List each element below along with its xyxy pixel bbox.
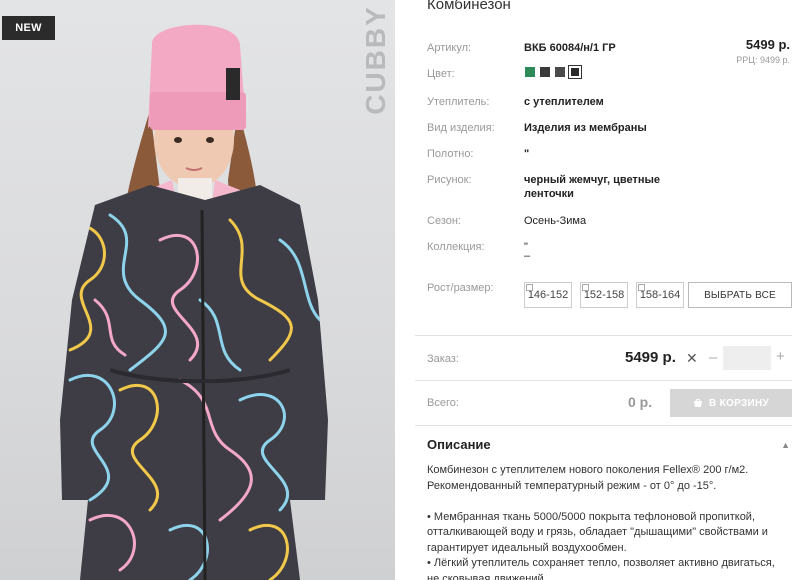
cart-button-label: В КОРЗИНУ: [708, 397, 769, 409]
attr-label: Полотно:: [427, 148, 474, 160]
size-option[interactable]: 152-158: [580, 282, 628, 308]
color-swatch-black-selected[interactable]: [568, 65, 582, 79]
cart-icon: [693, 398, 702, 407]
brand-watermark: CUBBY: [359, 5, 391, 115]
decrement-button[interactable]: –: [709, 349, 717, 366]
size-option[interactable]: 146-152: [524, 282, 572, 308]
description-text: Комбинезон с утеплителем нового поколени…: [427, 463, 787, 580]
attr-value: с утеплителем: [524, 96, 604, 108]
attr-value: Осень-Зима: [524, 215, 587, 227]
color-swatches: [524, 65, 582, 79]
attr-label: Рисунок:: [427, 174, 472, 186]
quantity-input[interactable]: [723, 346, 771, 370]
attr-label: Артикул:: [427, 42, 472, 54]
chevron-up-icon[interactable]: ▲: [781, 440, 790, 450]
attr-value: черный жемчуг, цветные: [524, 174, 660, 186]
attr-label: Коллекция:: [427, 241, 485, 253]
product-illustration: [60, 24, 328, 580]
checkbox-icon: [582, 284, 589, 291]
select-all-button[interactable]: ВЫБРАТЬ ВСЕ: [688, 282, 792, 308]
description-paragraph: • Мембранная ткань 5000/5000 покрыта теф…: [427, 510, 768, 554]
attr-value-line2: ленточки: [524, 188, 574, 200]
size-option[interactable]: 158-164: [636, 282, 684, 308]
rrc-price: РРЦ: 9499 р.: [736, 55, 790, 65]
attr-label: Утеплитель:: [427, 96, 490, 108]
divider: [415, 425, 792, 426]
product-title: Комбинезон: [427, 0, 511, 13]
order-label: Заказ:: [427, 353, 459, 365]
product-info-panel: Комбинезон 5499 р. РРЦ: 9499 р. Артикул:…: [405, 0, 800, 580]
size-options: 146-152 152-158 158-164: [524, 282, 684, 308]
attr-value: ": [524, 148, 530, 160]
attr-value: ВКБ 60084/н/1 ГР: [524, 42, 616, 54]
attr-value-line2: –: [524, 250, 531, 262]
product-price: 5499 р.: [745, 37, 790, 52]
divider: [415, 380, 792, 381]
description-paragraph: • Лёгкий утеплитель сохраняет тепло, поз…: [427, 557, 775, 580]
description-paragraph: Комбинезон с утеплителем нового поколени…: [427, 464, 749, 492]
divider: [415, 335, 792, 336]
attr-label: Цвет:: [427, 68, 455, 80]
total-value: 0 р.: [628, 394, 653, 410]
color-swatch-gray[interactable]: [554, 66, 566, 78]
increment-button[interactable]: +: [776, 348, 785, 365]
product-photo[interactable]: NEW CUBBY: [0, 0, 395, 580]
attr-sizes: Рост/размер: 146-152 152-158 158-164 ВЫБ…: [427, 282, 797, 318]
color-swatch-dark-gray[interactable]: [539, 66, 551, 78]
checkbox-icon: [638, 284, 645, 291]
attr-label: Рост/размер:: [427, 282, 494, 294]
description-heading[interactable]: Описание: [427, 437, 491, 452]
close-icon[interactable]: ✕: [686, 350, 698, 367]
attr-label: Вид изделия:: [427, 122, 495, 134]
add-to-cart-button[interactable]: В КОРЗИНУ: [670, 389, 792, 417]
attr-label: Сезон:: [427, 215, 461, 227]
checkbox-icon: [526, 284, 533, 291]
new-badge: NEW: [2, 16, 55, 40]
total-label: Всего:: [427, 397, 459, 409]
attr-value: Изделия из мембраны: [524, 122, 647, 134]
color-swatch-green[interactable]: [524, 66, 536, 78]
order-price: 5499 р.: [625, 349, 676, 366]
